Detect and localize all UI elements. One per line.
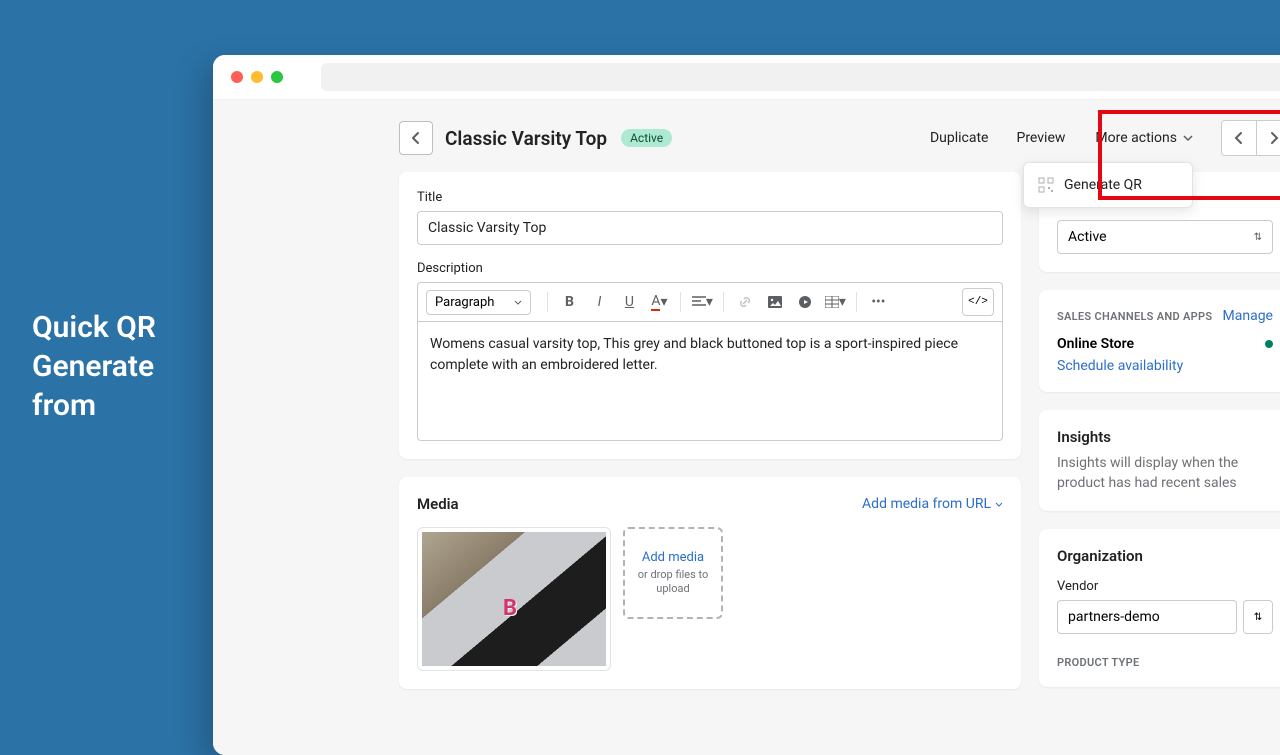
- minimize-icon[interactable]: [251, 71, 263, 83]
- more-actions-label: More actions: [1095, 130, 1177, 146]
- pager-nav: [1221, 120, 1280, 156]
- prev-button[interactable]: [1222, 121, 1256, 155]
- status-badge: Active: [621, 129, 672, 147]
- online-store-label: Online Store: [1057, 336, 1134, 352]
- media-heading: Media: [417, 495, 459, 513]
- table-button[interactable]: ▾: [822, 289, 848, 315]
- back-button[interactable]: [399, 121, 433, 155]
- more-actions-button[interactable]: More actions: [1085, 124, 1203, 152]
- text-color-button[interactable]: A▾: [646, 289, 672, 315]
- paragraph-select[interactable]: Paragraph: [426, 290, 531, 315]
- vendor-select[interactable]: partners-demo: [1057, 600, 1237, 634]
- app-window: Classic Varsity Top Active Duplicate Pre…: [213, 55, 1280, 755]
- channels-card: SALES CHANNELS AND APPS Manage Online St…: [1039, 290, 1280, 392]
- channels-heading: SALES CHANNELS AND APPS: [1057, 310, 1212, 323]
- media-card: Media Add media from URL Add media or dr…: [399, 477, 1021, 689]
- duplicate-button[interactable]: Duplicate: [922, 124, 997, 152]
- insights-text: Insights will display when the product h…: [1057, 454, 1273, 493]
- description-label: Description: [417, 261, 1003, 276]
- preview-button[interactable]: Preview: [1008, 124, 1073, 152]
- chevron-down-icon: [514, 300, 522, 305]
- insights-card: Insights Insights will display when the …: [1039, 410, 1280, 511]
- status-value: Active: [1068, 229, 1107, 245]
- align-button[interactable]: ▾: [689, 289, 715, 315]
- chevron-down-icon: [1183, 135, 1193, 141]
- bold-button[interactable]: B: [556, 289, 582, 315]
- chevron-down-icon: [995, 502, 1003, 507]
- rich-text-toolbar: Paragraph B I U A▾ ▾: [417, 282, 1003, 321]
- maximize-icon[interactable]: [271, 71, 283, 83]
- title-description-card: Title Description Paragraph B I U A▾: [399, 172, 1021, 459]
- page-title: Classic Varsity Top: [445, 127, 607, 150]
- code-view-button[interactable]: </>: [962, 288, 994, 316]
- drop-hint: or drop files to upload: [631, 568, 715, 597]
- app-body: Classic Varsity Top Active Duplicate Pre…: [213, 100, 1280, 755]
- image-button[interactable]: [762, 289, 788, 315]
- generate-qr-label: Generate QR: [1064, 177, 1142, 193]
- organization-heading: Organization: [1057, 547, 1273, 565]
- manage-channels-button[interactable]: Manage: [1223, 308, 1273, 324]
- organization-card: Organization Vendor partners-demo ⇅ PROD…: [1039, 529, 1280, 687]
- video-button[interactable]: [792, 289, 818, 315]
- vendor-stepper[interactable]: ⇅: [1243, 600, 1273, 634]
- media-thumbnail[interactable]: [417, 527, 611, 671]
- url-bar[interactable]: [321, 63, 1280, 91]
- title-label: Title: [417, 190, 1003, 205]
- paragraph-label: Paragraph: [435, 295, 494, 310]
- select-caret-icon: ⇅: [1254, 232, 1262, 243]
- vendor-label: Vendor: [1057, 579, 1273, 594]
- promo-caption: Quick QR Generate from: [32, 308, 156, 425]
- description-editor[interactable]: Womens casual varsity top, This grey and…: [417, 321, 1003, 441]
- next-button[interactable]: [1256, 121, 1280, 155]
- title-input[interactable]: [417, 211, 1003, 245]
- add-media-url-button[interactable]: Add media from URL: [862, 496, 1003, 512]
- status-dot-icon: [1265, 340, 1273, 348]
- add-media-url-label: Add media from URL: [862, 496, 991, 512]
- close-icon[interactable]: [231, 71, 243, 83]
- status-select[interactable]: Active ⇅: [1057, 220, 1273, 254]
- underline-button[interactable]: U: [616, 289, 642, 315]
- insights-heading: Insights: [1057, 428, 1273, 446]
- vendor-value: partners-demo: [1068, 609, 1160, 625]
- more-actions-dropdown: Generate QR: [1023, 162, 1193, 208]
- qr-icon: [1038, 177, 1054, 193]
- link-button[interactable]: [732, 289, 758, 315]
- generate-qr-item[interactable]: Generate QR: [1024, 169, 1192, 201]
- italic-button[interactable]: I: [586, 289, 612, 315]
- window-titlebar: [213, 55, 1280, 100]
- more-formatting-button[interactable]: •••: [865, 289, 891, 315]
- add-media-label: Add media: [642, 550, 704, 565]
- product-type-label: PRODUCT TYPE: [1057, 656, 1273, 669]
- schedule-availability-button[interactable]: Schedule availability: [1057, 358, 1273, 374]
- upload-dropzone[interactable]: Add media or drop files to upload: [623, 527, 723, 619]
